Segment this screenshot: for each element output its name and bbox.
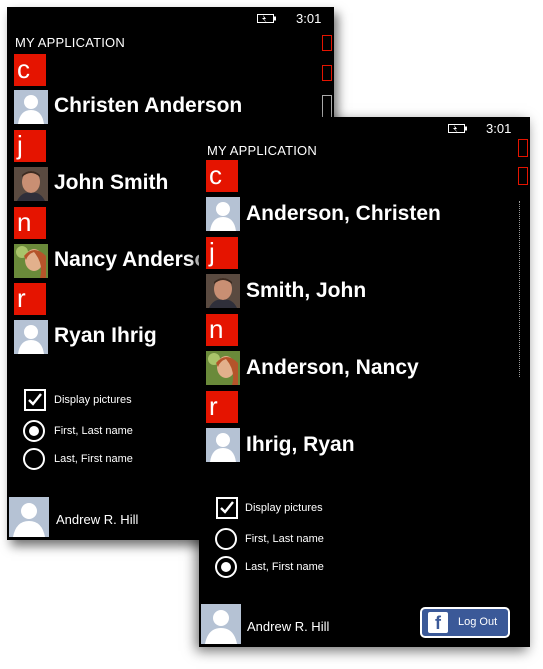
contact-name[interactable]: Christen Anderson bbox=[54, 94, 242, 118]
side-strip bbox=[518, 117, 528, 647]
avatar-christen bbox=[14, 90, 48, 124]
side-tab-marker bbox=[518, 139, 528, 157]
person-placeholder-icon bbox=[206, 428, 240, 462]
contact-name[interactable]: Anderson, Christen bbox=[246, 202, 441, 226]
phone-screen-front: 3:01 MY APPLICATION c Anderson, Christen… bbox=[199, 117, 530, 647]
user-profile-picture bbox=[9, 497, 49, 537]
avatar-nancy bbox=[206, 351, 240, 385]
last-first-radio[interactable] bbox=[23, 448, 45, 470]
display-pictures-checkbox[interactable] bbox=[24, 389, 46, 411]
contact-name[interactable]: Nancy Anderson bbox=[54, 248, 220, 272]
contact-name[interactable]: Ryan Ihrig bbox=[54, 324, 157, 348]
person-placeholder-icon bbox=[206, 197, 240, 231]
jump-tile-c[interactable]: c bbox=[206, 160, 238, 192]
avatar-john bbox=[206, 274, 240, 308]
jump-tile-n[interactable]: n bbox=[206, 314, 238, 346]
app-title: MY APPLICATION bbox=[15, 35, 125, 50]
contact-name[interactable]: John Smith bbox=[54, 171, 168, 195]
avatar-christen bbox=[206, 197, 240, 231]
contact-name[interactable]: Smith, John bbox=[246, 279, 366, 303]
person-placeholder-icon bbox=[14, 320, 48, 354]
contact-name[interactable]: Ihrig, Ryan bbox=[246, 433, 355, 457]
person-placeholder-icon bbox=[14, 90, 48, 124]
contact-name[interactable]: Anderson, Nancy bbox=[246, 356, 419, 380]
person-photo-icon bbox=[14, 167, 48, 201]
user-profile-picture bbox=[201, 604, 241, 644]
jump-tile-j[interactable]: j bbox=[14, 130, 46, 162]
app-title: MY APPLICATION bbox=[207, 143, 317, 158]
jump-tile-r[interactable]: r bbox=[14, 283, 46, 315]
display-pictures-checkbox[interactable] bbox=[216, 497, 238, 519]
display-pictures-label: Display pictures bbox=[54, 394, 132, 406]
side-tab-marker bbox=[322, 35, 332, 51]
checkmark-icon bbox=[220, 501, 234, 514]
jump-tile-r[interactable]: r bbox=[206, 391, 238, 423]
user-name: Andrew R. Hill bbox=[247, 619, 330, 634]
avatar-ryan bbox=[206, 428, 240, 462]
battery-icon bbox=[257, 14, 276, 23]
last-first-radio[interactable] bbox=[215, 556, 237, 578]
status-time: 3:01 bbox=[486, 121, 512, 136]
side-tab-marker bbox=[519, 201, 528, 377]
person-photo-icon bbox=[14, 244, 48, 278]
jump-tile-n[interactable]: n bbox=[14, 207, 46, 239]
last-first-label: Last, First name bbox=[245, 561, 324, 573]
avatar-nancy bbox=[14, 244, 48, 278]
person-photo-icon bbox=[206, 274, 240, 308]
status-time: 3:01 bbox=[296, 11, 322, 26]
jump-tile-c[interactable]: c bbox=[14, 54, 46, 86]
first-last-label: First, Last name bbox=[54, 425, 133, 437]
first-last-radio[interactable] bbox=[23, 420, 45, 442]
logout-label: Log Out bbox=[458, 616, 498, 628]
person-photo-icon bbox=[206, 351, 240, 385]
facebook-logo-icon: f bbox=[428, 612, 448, 633]
person-placeholder-icon bbox=[9, 497, 49, 537]
avatar-ryan bbox=[14, 320, 48, 354]
side-tab-marker bbox=[518, 167, 528, 185]
avatar-john bbox=[14, 167, 48, 201]
side-tab-marker bbox=[322, 65, 332, 81]
jump-tile-j[interactable]: j bbox=[206, 237, 238, 269]
first-last-radio[interactable] bbox=[215, 528, 237, 550]
person-placeholder-icon bbox=[201, 604, 241, 644]
first-last-label: First, Last name bbox=[245, 533, 324, 545]
checkmark-icon bbox=[28, 393, 42, 406]
user-name: Andrew R. Hill bbox=[56, 512, 139, 527]
last-first-label: Last, First name bbox=[54, 453, 133, 465]
display-pictures-label: Display pictures bbox=[245, 502, 323, 514]
battery-icon bbox=[448, 124, 467, 133]
facebook-logout-button[interactable]: f Log Out bbox=[420, 607, 510, 638]
